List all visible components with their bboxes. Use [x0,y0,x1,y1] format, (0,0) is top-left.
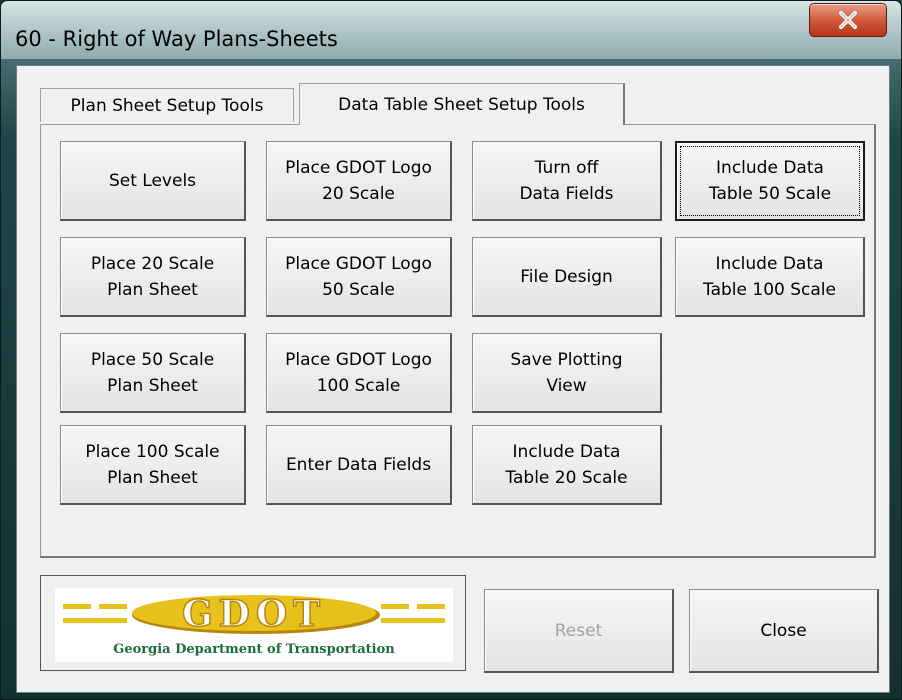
place-100-scale-plan-sheet-button[interactable]: Place 100 Scale Plan Sheet [60,425,246,505]
gdot-logo-caption: Georgia Department of Transportation [113,642,395,657]
window-close-button[interactable] [809,3,887,37]
reset-button[interactable]: Reset [484,589,674,673]
gdot-logo-graphic: GDOT [63,592,445,636]
file-design-button[interactable]: File Design [472,237,662,317]
place-20-scale-plan-sheet-button[interactable]: Place 20 Scale Plan Sheet [60,237,246,317]
gdot-logo: GDOT Georgia Department of Transportatio… [55,588,453,662]
include-data-table-100-scale-button[interactable]: Include Data Table 100 Scale [675,237,865,317]
include-data-table-20-scale-button[interactable]: Include Data Table 20 Scale [472,425,662,505]
enter-data-fields-button[interactable]: Enter Data Fields [266,425,452,505]
include-data-table-50-scale-button[interactable]: Include Data Table 50 Scale [675,141,865,221]
set-levels-button[interactable]: Set Levels [60,141,246,221]
turn-off-data-fields-button[interactable]: Turn off Data Fields [472,141,662,221]
close-button[interactable]: Close [689,589,879,673]
title-bar[interactable]: 60 - Right of Way Plans-Sheets [1,1,901,59]
tab-plan-sheet-setup-tools[interactable]: Plan Sheet Setup Tools [40,88,294,122]
save-plotting-view-button[interactable]: Save Plotting View [472,333,662,413]
gdot-logo-wordmark: GDOT [182,593,326,635]
place-gdot-logo-100-scale-button[interactable]: Place GDOT Logo 100 Scale [266,333,452,413]
tab-data-table-sheet-setup-tools[interactable]: Data Table Sheet Setup Tools [299,83,625,125]
close-icon [839,11,857,29]
place-gdot-logo-50-scale-button[interactable]: Place GDOT Logo 50 Scale [266,237,452,317]
place-gdot-logo-20-scale-button[interactable]: Place GDOT Logo 20 Scale [266,141,452,221]
place-50-scale-plan-sheet-button[interactable]: Place 50 Scale Plan Sheet [60,333,246,413]
gdot-logo-frame: GDOT Georgia Department of Transportatio… [40,575,466,671]
window-title: 60 - Right of Way Plans-Sheets [15,27,338,51]
